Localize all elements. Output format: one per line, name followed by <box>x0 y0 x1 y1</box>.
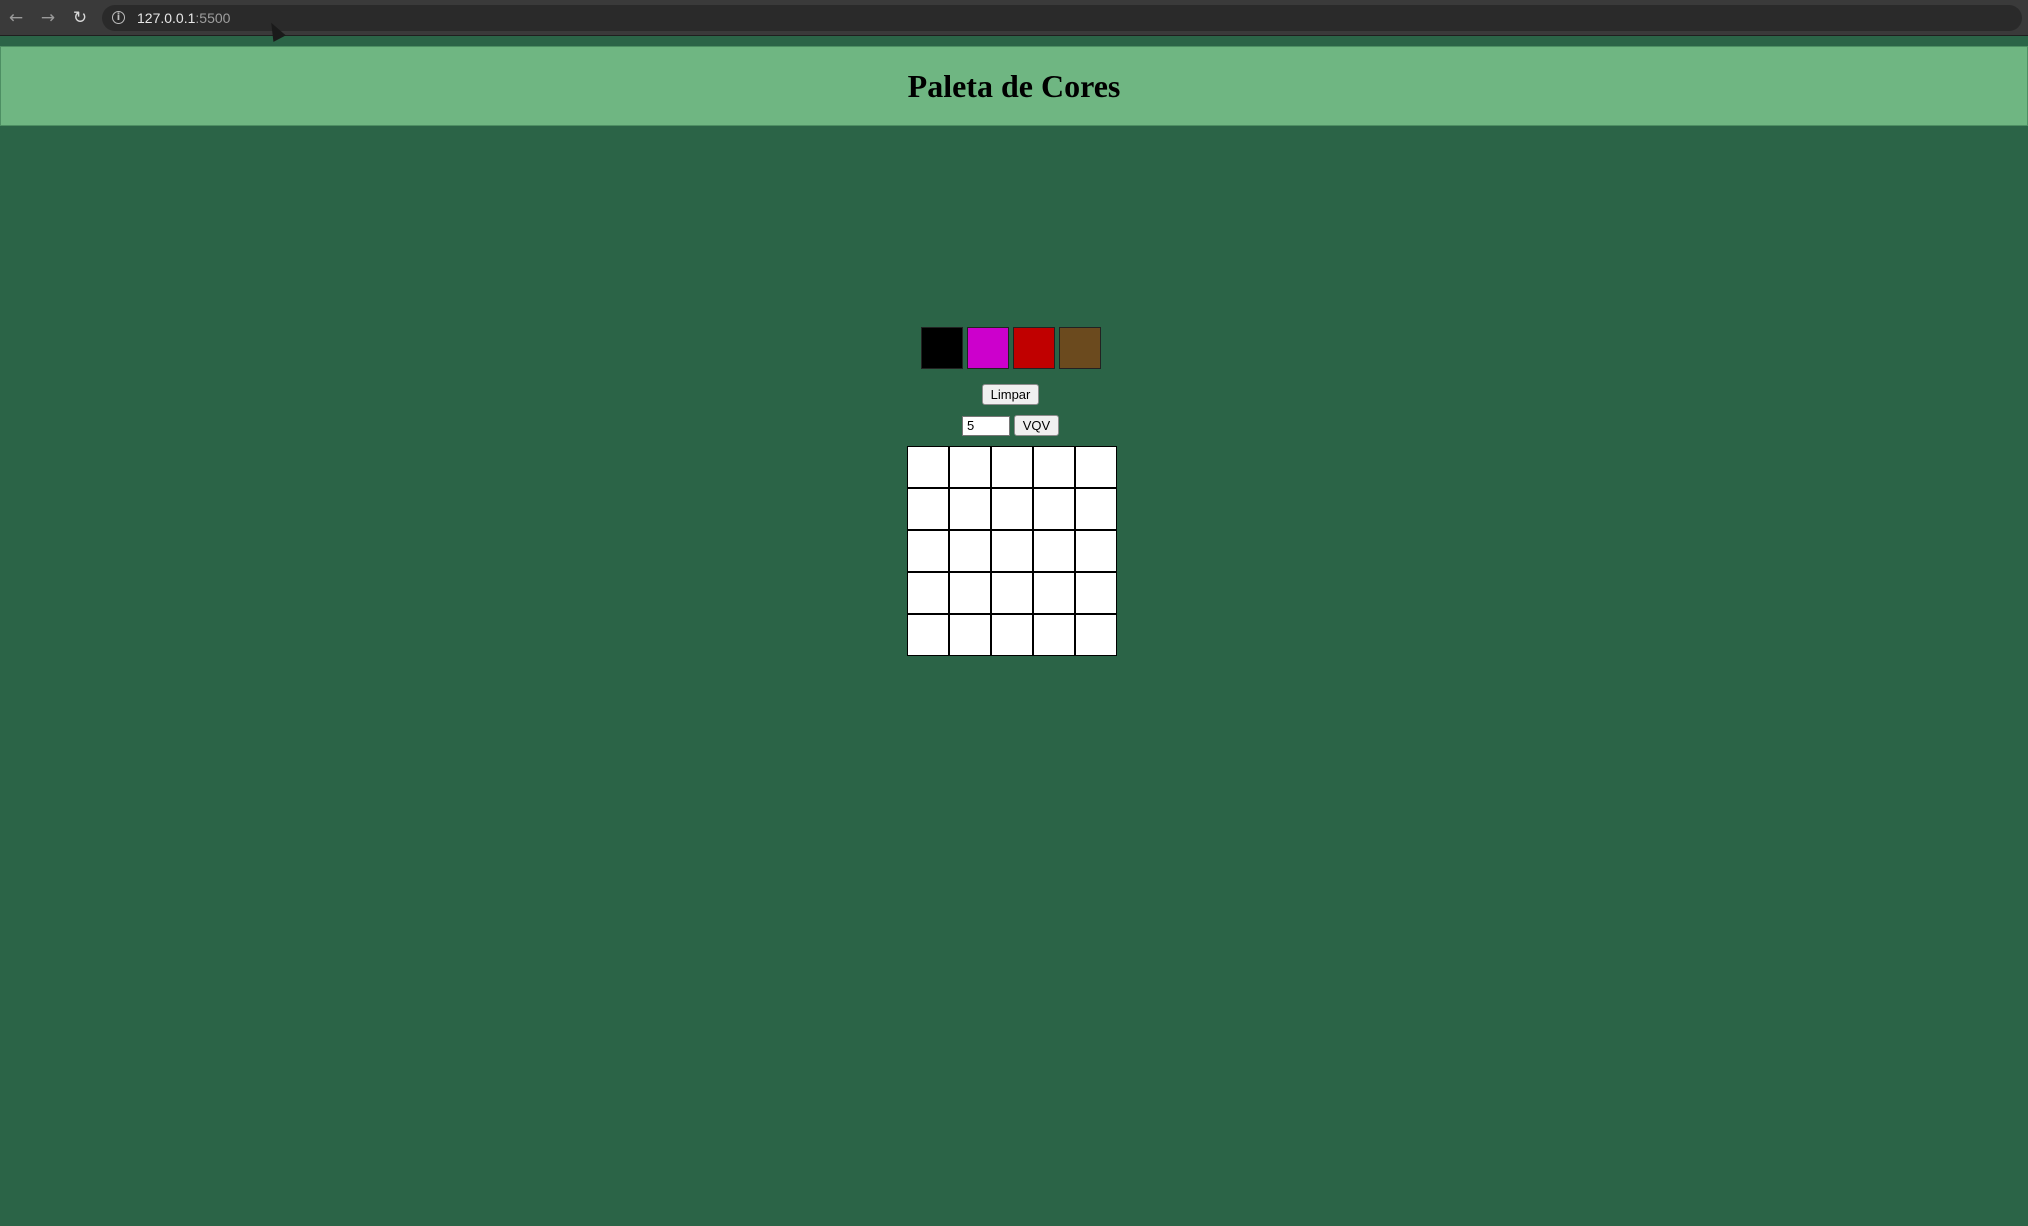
clear-board-button[interactable]: Limpar <box>982 384 1039 405</box>
pixel-cell[interactable] <box>949 530 991 572</box>
url-text: 127.0.0.1:5500 <box>137 10 230 26</box>
pixel-cell[interactable] <box>949 488 991 530</box>
pixel-cell[interactable] <box>907 488 949 530</box>
pixel-cell[interactable] <box>991 488 1033 530</box>
pixel-cell[interactable] <box>949 572 991 614</box>
pixel-cell[interactable] <box>949 614 991 656</box>
generate-board-button[interactable]: VQV <box>1014 415 1059 436</box>
url-host: 127.0.0.1 <box>137 9 196 26</box>
info-icon[interactable]: i <box>112 11 125 24</box>
pixel-cell[interactable] <box>1075 572 1117 614</box>
browser-toolbar: ← → ↻ i 127.0.0.1:5500 <box>0 0 2028 36</box>
pixel-cell[interactable] <box>1075 614 1117 656</box>
pixel-cell[interactable] <box>907 572 949 614</box>
back-arrow-icon[interactable]: ← <box>0 0 32 36</box>
page-header: Paleta de Cores <box>0 46 2028 126</box>
forward-arrow-icon[interactable]: → <box>32 0 64 36</box>
pixel-cell[interactable] <box>991 446 1033 488</box>
color-swatch[interactable] <box>1059 327 1101 369</box>
board-size-controls: VQV <box>962 415 1059 436</box>
color-palette <box>921 327 1101 369</box>
pixel-cell[interactable] <box>907 446 949 488</box>
pixel-cell[interactable] <box>1075 530 1117 572</box>
pixel-cell[interactable] <box>1033 446 1075 488</box>
pixel-cell[interactable] <box>991 614 1033 656</box>
color-swatch[interactable] <box>921 327 963 369</box>
pixel-cell[interactable] <box>907 614 949 656</box>
address-bar[interactable]: i 127.0.0.1:5500 <box>102 4 2022 31</box>
pixel-cell[interactable] <box>991 530 1033 572</box>
pixel-cell[interactable] <box>1033 488 1075 530</box>
url-port: :5500 <box>195 9 231 26</box>
pixel-board <box>907 446 1117 656</box>
pixel-cell[interactable] <box>907 530 949 572</box>
pixel-cell[interactable] <box>1075 488 1117 530</box>
pixel-cell[interactable] <box>991 572 1033 614</box>
page-title: Paleta de Cores <box>907 67 1121 104</box>
pixel-cell[interactable] <box>1033 572 1075 614</box>
color-swatch[interactable] <box>1013 327 1055 369</box>
reload-icon[interactable]: ↻ <box>64 0 96 36</box>
color-swatch[interactable] <box>967 327 1009 369</box>
pixel-cell[interactable] <box>949 446 991 488</box>
pixel-cell[interactable] <box>1033 614 1075 656</box>
pixel-cell[interactable] <box>1033 530 1075 572</box>
board-size-input[interactable] <box>962 415 1010 436</box>
pixel-cell[interactable] <box>1075 446 1117 488</box>
